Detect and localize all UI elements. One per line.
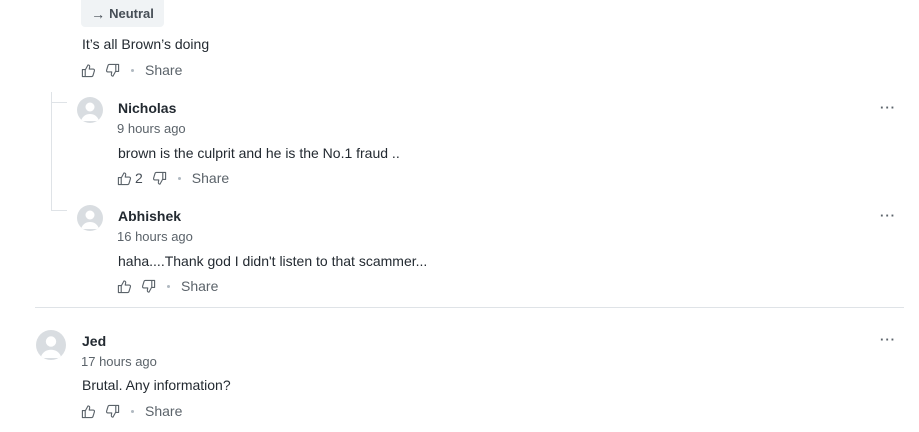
separator-dot (177, 176, 181, 180)
thumbs-up-icon[interactable] (81, 63, 96, 78)
more-options-icon[interactable]: ··· (880, 332, 896, 347)
comment-divider (35, 307, 904, 308)
more-options-icon[interactable]: ··· (880, 208, 896, 223)
reply-thread-branch (51, 102, 67, 103)
comment-text: It’s all Brown’s doing (82, 36, 210, 52)
separator-dot (167, 284, 170, 288)
share-button[interactable]: Share (192, 170, 229, 186)
commenter-name[interactable]: Abhishek (118, 208, 181, 224)
more-options-icon[interactable]: ··· (880, 100, 896, 115)
comment-text: haha....Thank god I didn't listen to tha… (118, 253, 428, 269)
user-avatar-icon[interactable] (36, 330, 66, 360)
user-avatar-icon[interactable] (77, 205, 103, 231)
share-button[interactable]: Share (145, 62, 182, 78)
comment-actions: Share (81, 61, 182, 79)
user-avatar-icon[interactable] (77, 97, 103, 123)
comment-actions: 2 Share (117, 169, 229, 187)
comment-timestamp: 9 hours ago (117, 121, 186, 136)
thumbs-up-icon[interactable] (117, 171, 132, 186)
thumbs-down-icon[interactable] (141, 279, 156, 294)
thumbs-down-icon[interactable] (105, 63, 120, 78)
arrow-right-icon: → (91, 5, 106, 22)
reply-thread-branch (51, 210, 67, 211)
commenter-name[interactable]: Nicholas (118, 100, 176, 116)
thumbs-up-icon[interactable] (81, 404, 96, 419)
comment-timestamp: 16 hours ago (117, 229, 193, 244)
thumbs-down-icon[interactable] (152, 171, 167, 186)
share-button[interactable]: Share (145, 403, 182, 419)
sentiment-label: Neutral (109, 6, 154, 21)
comment-text: Brutal. Any information? (82, 377, 231, 393)
reply-thread-line (51, 92, 52, 210)
comment-actions: Share (81, 402, 182, 420)
sentiment-badge: → Neutral (81, 0, 164, 27)
like-count: 2 (135, 170, 143, 186)
commenter-name[interactable]: Jed (82, 333, 106, 349)
comment-timestamp: 17 hours ago (81, 354, 157, 369)
separator-dot (131, 68, 134, 72)
thumbs-down-icon[interactable] (105, 404, 120, 419)
thumbs-up-icon[interactable] (117, 279, 132, 294)
comment-text: brown is the culprit and he is the No.1 … (118, 145, 400, 161)
share-button[interactable]: Share (181, 278, 218, 294)
comment-actions: Share (117, 277, 218, 295)
separator-dot (131, 409, 134, 413)
